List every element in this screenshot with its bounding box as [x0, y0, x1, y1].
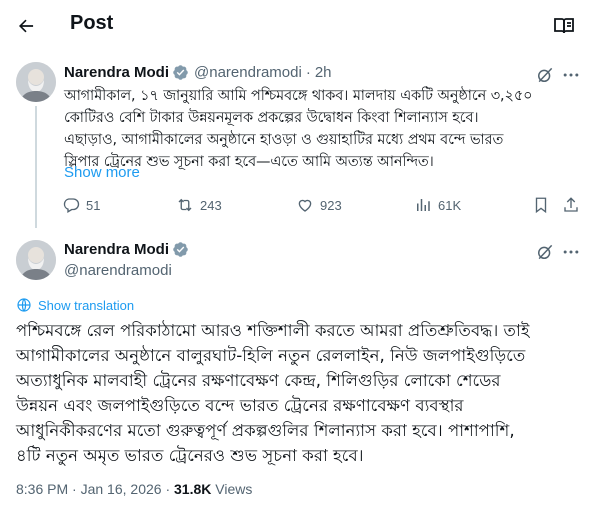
grok-icon[interactable]: [535, 242, 555, 262]
heart-icon: [298, 199, 312, 212]
more-options-icon[interactable]: [561, 242, 581, 262]
author-name[interactable]: Narendra Modi: [64, 64, 169, 81]
separator-dot: ·: [305, 64, 311, 81]
show-translation-button[interactable]: Show translation: [16, 297, 134, 313]
grok-icon[interactable]: [535, 65, 555, 85]
reply-icon: [63, 198, 80, 213]
like-button[interactable]: 923: [296, 196, 342, 214]
text-line: অত্যাধুনিক মালবাহী ট্রেনের রক্ষণাবেক্ষণ …: [16, 371, 501, 390]
top-bar: Post: [0, 0, 590, 52]
bookmark-button[interactable]: [532, 196, 556, 214]
reader-mode-icon: [554, 18, 574, 34]
views-count: 61K: [438, 197, 462, 213]
views-button[interactable]: 61K: [414, 196, 461, 214]
arrow-left-icon: [19, 19, 34, 33]
tweet2-text: পশ্চিমবঙ্গে রেল পরিকাঠামো আরও শক্তিশালী …: [16, 318, 580, 468]
tweet1-header: Narendra Modi @narendramodi · 2h: [64, 64, 332, 81]
post-time[interactable]: 8:36 PM: [16, 481, 68, 497]
show-more-link[interactable]: Show more: [64, 164, 140, 181]
avatar[interactable]: [16, 240, 56, 280]
tweet1-actions: 51 243 923 61K: [60, 196, 588, 220]
views-count: 31.8K: [174, 481, 212, 497]
text-line: পশ্চিমবঙ্গে রেল পরিকাঠামো আরও শক্তিশালী …: [16, 321, 530, 340]
share-button[interactable]: [562, 196, 586, 214]
text-line: কোটিরও বেশি টাকার উন্নয়নমূলক প্রকল্পের …: [64, 110, 479, 126]
text-line: এছাড়াও, আগামীকালের অনুষ্ঠানে হাওড়া ও গ…: [64, 132, 504, 148]
text-line: আগামীকাল, ১৭ জানুয়ারি আমি পশ্চিমবঙ্গে থ…: [64, 88, 533, 104]
repost-button[interactable]: 243: [176, 196, 222, 214]
verified-badge-icon: [173, 242, 188, 257]
separator-dot: ·: [72, 481, 77, 497]
reply-count: 51: [86, 197, 101, 213]
separator-dot: ·: [165, 481, 171, 497]
author-handle[interactable]: @narendramodi: [64, 262, 172, 279]
views-label: Views: [215, 481, 253, 497]
tweet1-text: আগামীকাল, ১৭ জানুয়ারি আমি পশ্চিমবঙ্গে থ…: [64, 85, 574, 173]
show-translation-label: Show translation: [38, 297, 135, 313]
avatar[interactable]: [16, 62, 56, 102]
analytics-icon: [417, 199, 430, 211]
reader-mode-button[interactable]: [552, 14, 576, 38]
post-date[interactable]: Jan 16, 2026: [81, 481, 162, 497]
text-line: স্লিপার ট্রেনের শুভ সূচনা করা হবে—এতে আম…: [64, 154, 434, 170]
repost-icon: [178, 198, 192, 212]
repost-count: 243: [200, 197, 222, 213]
verified-badge-icon: [173, 65, 188, 80]
share-icon: [564, 197, 578, 212]
post-time[interactable]: 2h: [315, 64, 332, 81]
author-handle[interactable]: @narendramodi: [194, 64, 302, 81]
author-name[interactable]: Narendra Modi: [64, 241, 169, 258]
bookmark-icon: [535, 197, 547, 214]
page-title: Post: [70, 12, 114, 34]
like-count: 923: [320, 197, 342, 213]
text-line: আগামীকালের অনুষ্ঠানে বালুরঘাট-হিলি নতুন …: [16, 346, 526, 365]
globe-icon: [17, 298, 31, 312]
back-button[interactable]: [10, 10, 42, 42]
reply-button[interactable]: 51: [62, 196, 100, 214]
text-line: উন্নয়ন এবং জলপাইগুড়িতে বন্দে ভারত ট্রে…: [16, 396, 464, 415]
tweet2-header: Narendra Modi: [64, 241, 189, 258]
text-line: ৪টি নতুন অমৃত ভারত ট্রেনেরও শুভ সূচনা কর…: [16, 446, 364, 465]
text-line: আধুনিকীকরণের মতো গুরুত্বপূর্ণ প্রকল্পগুল…: [16, 421, 515, 440]
more-options-icon[interactable]: [561, 65, 581, 85]
post-metadata: 8:36 PM · Jan 16, 2026 · 31.8K Views: [16, 481, 252, 497]
thread-line: [35, 106, 37, 228]
